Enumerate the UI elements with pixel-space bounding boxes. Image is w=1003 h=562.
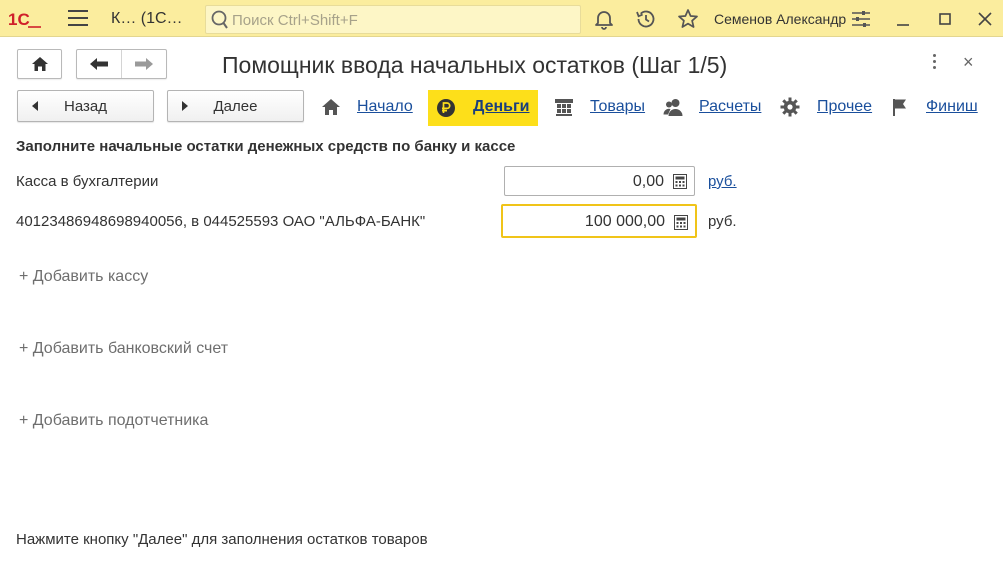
form-close-button[interactable]: × bbox=[963, 52, 974, 73]
back-arrow-button[interactable] bbox=[77, 50, 122, 78]
home-button[interactable] bbox=[17, 49, 62, 79]
main-menu-icon[interactable] bbox=[68, 10, 88, 28]
cash-balance-value: 0,00 bbox=[632, 173, 664, 190]
global-search-input[interactable] bbox=[232, 10, 572, 30]
user-name[interactable]: Семенов Александр bbox=[714, 11, 846, 27]
home-icon bbox=[322, 99, 340, 115]
add-accountable-person-link[interactable]: + Добавить подотчетника bbox=[19, 412, 208, 430]
bank-balance-value: 100 000,00 bbox=[584, 213, 665, 230]
cash-account-label: Касса в бухгалтерии bbox=[16, 173, 159, 190]
search-icon bbox=[211, 10, 228, 29]
global-search-box[interactable] bbox=[205, 5, 581, 34]
step-link-settlements[interactable]: Расчеты bbox=[699, 98, 761, 116]
flag-icon bbox=[893, 99, 906, 116]
history-clock-icon[interactable] bbox=[634, 7, 658, 31]
home-icon bbox=[32, 57, 48, 71]
history-navigation bbox=[76, 49, 167, 79]
cash-currency-link[interactable]: руб. bbox=[708, 173, 737, 190]
bank-currency-label: руб. bbox=[708, 213, 737, 230]
add-cash-link[interactable]: + Добавить кассу bbox=[19, 268, 148, 286]
people-icon bbox=[663, 99, 683, 116]
add-bank-account-link[interactable]: + Добавить банковский счет bbox=[19, 340, 228, 358]
step-link-start[interactable]: Начало bbox=[357, 98, 413, 116]
back-button-label: Назад bbox=[64, 98, 107, 115]
favorites-star-icon[interactable] bbox=[676, 7, 700, 31]
top-bar: 1С К… (1С… Семенов Александр bbox=[0, 0, 1003, 37]
maximize-icon[interactable] bbox=[934, 8, 956, 30]
step-link-money[interactable]: Деньги bbox=[473, 98, 530, 116]
step-link-finish[interactable]: Финиш bbox=[926, 98, 978, 116]
section-heading: Заполните начальные остатки денежных сре… bbox=[16, 138, 516, 155]
forward-arrow-button[interactable] bbox=[122, 50, 167, 78]
bank-account-label: 40123486948698940056, в 044525593 ОАО "А… bbox=[16, 213, 426, 230]
more-actions-icon[interactable] bbox=[927, 54, 941, 72]
form-title: Помощник ввода начальных остатков (Шаг 1… bbox=[222, 52, 728, 78]
next-button[interactable]: Далее bbox=[167, 90, 304, 122]
cash-balance-field[interactable]: 0,00 bbox=[504, 166, 695, 196]
svg-text:1С: 1С bbox=[8, 10, 30, 29]
back-button[interactable]: Назад bbox=[17, 90, 154, 122]
footer-hint: Нажмите кнопку "Далее" для заполнения ос… bbox=[16, 531, 428, 548]
ruble-coin-icon bbox=[437, 99, 455, 117]
calculator-icon[interactable] bbox=[673, 174, 687, 189]
notifications-bell-icon[interactable] bbox=[592, 7, 616, 31]
goods-grid-icon bbox=[555, 99, 573, 116]
next-button-label: Далее bbox=[213, 98, 258, 115]
step-link-goods[interactable]: Товары bbox=[590, 98, 645, 116]
arrow-left-icon bbox=[90, 58, 108, 70]
calculator-icon[interactable] bbox=[674, 215, 688, 230]
window-close-icon[interactable] bbox=[974, 8, 996, 30]
1c-logo-icon[interactable]: 1С bbox=[8, 9, 42, 29]
arrow-right-icon bbox=[134, 58, 153, 70]
step-link-other[interactable]: Прочее bbox=[817, 98, 872, 116]
bank-balance-field[interactable]: 100 000,00 bbox=[501, 204, 697, 238]
gear-icon bbox=[780, 97, 800, 117]
settings-sliders-icon[interactable] bbox=[850, 8, 872, 30]
app-title[interactable]: К… (1С… bbox=[111, 10, 183, 28]
minimize-icon[interactable] bbox=[892, 8, 914, 30]
